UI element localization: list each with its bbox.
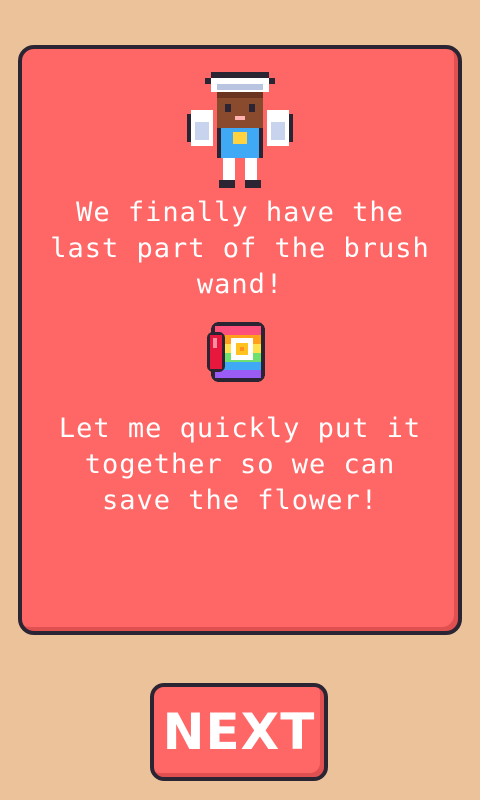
dialog-text-1: We finally have the last part of the bru… bbox=[50, 197, 430, 300]
character-portrait-icon bbox=[187, 72, 293, 188]
brush-wand-part-icon bbox=[207, 322, 265, 382]
dialog-text-2: Let me quickly put it together so we can… bbox=[58, 413, 422, 516]
next-button[interactable]: NEXT bbox=[150, 683, 328, 781]
